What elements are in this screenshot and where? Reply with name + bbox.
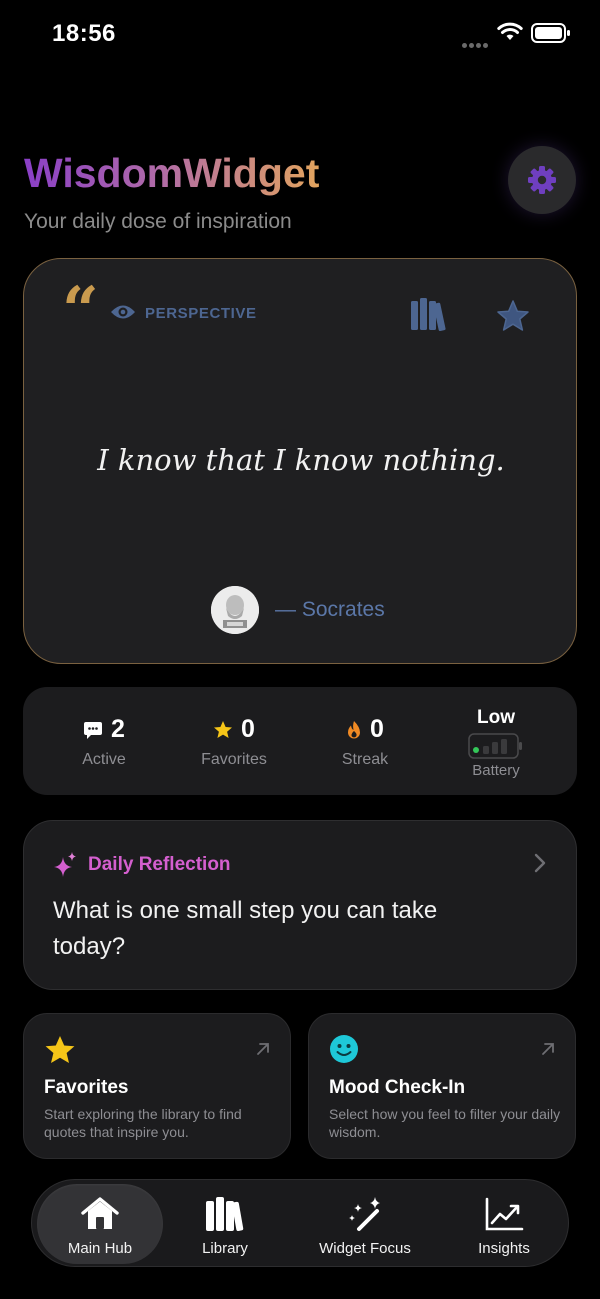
quote-text: I know that I know nothing. [97, 443, 505, 477]
chart-icon [485, 1197, 524, 1231]
stat-label: Battery [472, 762, 520, 779]
tab-bar: Main Hub Library Widget Focus Insights [31, 1179, 569, 1267]
arrow-up-right-icon [257, 1043, 269, 1055]
flame-icon [348, 720, 361, 738]
tile-description: Select how you feel to filter your daily… [329, 1106, 561, 1140]
tab-main-hub[interactable]: Main Hub [37, 1184, 163, 1264]
settings-button[interactable] [508, 146, 576, 214]
tab-label: Widget Focus [319, 1240, 411, 1257]
star-icon[interactable] [496, 299, 530, 333]
stat-label: Favorites [201, 751, 267, 768]
stat-label: Streak [341, 751, 389, 768]
tab-label: Library [202, 1240, 248, 1257]
chevron-right-icon [534, 853, 546, 873]
wifi-icon [497, 22, 523, 40]
stat-value: 0 [241, 715, 255, 743]
smiley-icon [330, 1035, 358, 1063]
tab-library[interactable]: Library [165, 1184, 285, 1264]
reflection-title: Daily Reflection [88, 854, 231, 875]
books-icon [206, 1197, 244, 1231]
status-time: 18:56 [52, 20, 116, 47]
magic-wand-icon [349, 1197, 380, 1231]
stat-streak: 0 Streak [296, 687, 434, 795]
stat-favorites: 0 Favorites [165, 687, 303, 795]
tab-label: Main Hub [67, 1240, 133, 1257]
sparkles-icon [54, 852, 76, 877]
status-bar: 18:56 [0, 0, 600, 66]
tab-widget-focus[interactable]: Widget Focus [295, 1184, 435, 1264]
stat-label: Active [82, 751, 126, 768]
stat-value: 0 [370, 715, 384, 743]
quote-card[interactable]: “ PERSPECTIVE I know that I know nothing… [23, 258, 577, 664]
favorites-tile[interactable]: Favorites Start exploring the library to… [23, 1013, 291, 1159]
house-icon [81, 1197, 119, 1229]
battery-icon [531, 23, 570, 43]
star-icon [45, 1036, 75, 1063]
quote-author[interactable]: — Socrates [275, 598, 385, 622]
quote-mark-icon: “ [62, 273, 99, 348]
reflection-question: What is one small step you can take toda… [53, 897, 438, 960]
daily-reflection-card[interactable]: Daily Reflection What is one small step … [23, 820, 577, 990]
mood-checkin-tile[interactable]: Mood Check-In Select how you feel to fil… [308, 1013, 576, 1159]
arrow-up-right-icon [542, 1043, 554, 1055]
stat-active: 2 Active [35, 687, 173, 795]
quote-category: PERSPECTIVE [145, 305, 257, 322]
tile-title: Favorites [44, 1077, 129, 1098]
chat-bubble-icon [84, 721, 103, 739]
cellular-signal-icon [462, 35, 490, 53]
star-icon [214, 720, 233, 738]
tile-title: Mood Check-In [329, 1077, 466, 1098]
eye-icon [111, 305, 135, 319]
gear-icon [528, 166, 556, 194]
app-subtitle: Your daily dose of inspiration [24, 210, 292, 233]
app-title: WisdomWidget [24, 150, 320, 196]
battery-gauge-icon [468, 733, 522, 759]
battery-level: Low [477, 707, 515, 728]
stat-value: 2 [111, 715, 125, 743]
tile-description: Start exploring the library to find quot… [44, 1106, 242, 1140]
author-avatar [211, 586, 259, 634]
books-icon[interactable] [410, 297, 446, 331]
tab-insights[interactable]: Insights [444, 1184, 564, 1264]
app-screen: 18:56 WisdomWidget Your daily dose of in… [0, 0, 600, 1299]
tab-label: Insights [478, 1240, 530, 1257]
